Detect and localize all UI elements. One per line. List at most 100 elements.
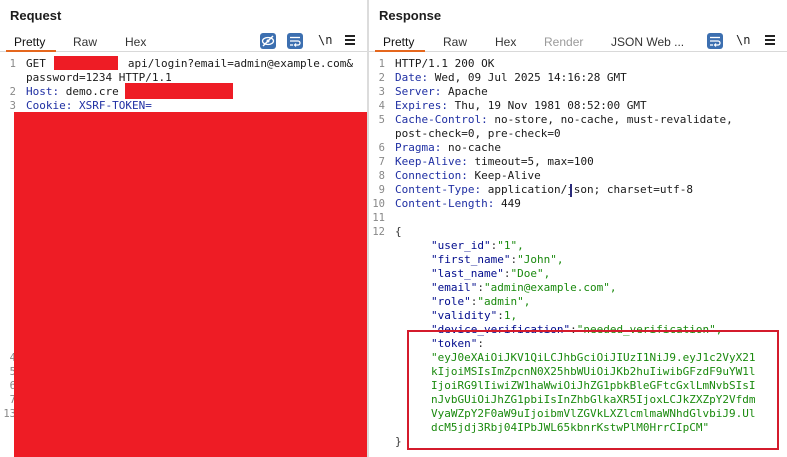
header-key: Cookie: <box>26 99 73 112</box>
header-key: Server: <box>395 85 442 98</box>
line-number: 11 <box>372 212 385 224</box>
cookie-header: Cookie: XSRF-TOKEN= <box>26 99 152 112</box>
json-value: "John", <box>517 253 564 266</box>
line-number: 1 <box>9 58 16 70</box>
json-value: "1", <box>497 239 524 252</box>
request-hamburger-menu-icon[interactable] <box>345 35 355 45</box>
header-value: Keep-Alive <box>474 169 541 182</box>
status-line: HTTP/1.1 200 OK <box>395 57 495 70</box>
line-number: 12 <box>372 226 385 238</box>
line-number: 5 <box>378 114 385 126</box>
wrap-lines-icon <box>290 36 301 47</box>
request-path: api/login?email=admin@example.com& <box>127 57 354 70</box>
response-tab-pretty[interactable]: Pretty <box>383 35 414 49</box>
json-value: "admin@example.com", <box>483 281 617 294</box>
request-tab-pretty[interactable]: Pretty <box>14 35 45 49</box>
line-number: 8 <box>378 170 385 182</box>
request-tabbar: Pretty Raw Hex <box>0 32 367 52</box>
cache-control-header: Cache-Control: no-store, no-cache, must-… <box>395 113 733 126</box>
text-cursor <box>570 184 572 197</box>
header-key: Pragma: <box>395 141 442 154</box>
json-close-brace: } <box>395 435 402 448</box>
header-value: demo.cre <box>65 85 119 98</box>
request-wrap-lines-toggle[interactable] <box>287 33 303 49</box>
json-field-validity: "validity":1, <box>431 309 518 322</box>
response-hamburger-menu-icon[interactable] <box>765 35 775 45</box>
redaction-block <box>14 112 367 457</box>
response-wrap-lines-toggle[interactable] <box>707 33 723 49</box>
line-number: 6 <box>378 142 385 154</box>
header-value: XSRF-TOKEN= <box>78 99 152 112</box>
request-tab-raw[interactable]: Raw <box>73 35 97 49</box>
line-number: 9 <box>378 184 385 196</box>
hide-non-printing-toggle[interactable] <box>260 33 276 49</box>
response-title: Response <box>379 8 442 23</box>
json-key: "email" <box>431 281 478 294</box>
line-number: 2 <box>9 86 16 98</box>
line-number: 2 <box>378 72 385 84</box>
request-tab-hex[interactable]: Hex <box>125 35 146 49</box>
header-value: 449 <box>500 197 521 210</box>
json-field-first-name: "first_name":"John", <box>431 253 564 266</box>
http-method: GET <box>26 57 46 70</box>
line-number: 1 <box>378 58 385 70</box>
header-key: Keep-Alive: <box>395 155 468 168</box>
header-value-continuation: post-check=0, pre-check=0 <box>395 127 561 140</box>
response-tab-render[interactable]: Render <box>544 35 583 49</box>
redaction-block <box>125 83 233 99</box>
header-value: Wed, 09 Jul 2025 14:16:28 GMT <box>434 71 627 84</box>
keep-alive-header: Keep-Alive: timeout=5, max=100 <box>395 155 594 168</box>
header-key: Date: <box>395 71 429 84</box>
header-value: no-cache <box>447 141 501 154</box>
redaction-block <box>54 56 118 70</box>
date-header: Date: Wed, 09 Jul 2025 14:16:28 GMT <box>395 71 627 84</box>
request-pane: Request Pretty Raw Hex \n 1 GET api/login… <box>0 0 367 457</box>
json-key: "role" <box>431 295 471 308</box>
host-header: Host: demo.cre <box>26 85 119 98</box>
header-key: Content-Type: <box>395 183 482 196</box>
header-value: timeout=5, max=100 <box>474 155 594 168</box>
header-value: application/json; charset=utf-8 <box>487 183 694 196</box>
header-value: no-store, no-cache, must-revalidate, <box>494 113 733 126</box>
response-tab-hex[interactable]: Hex <box>495 35 516 49</box>
server-header: Server: Apache <box>395 85 488 98</box>
connection-header: Connection: Keep-Alive <box>395 169 541 182</box>
response-active-tab-underline <box>375 50 425 52</box>
json-key: "validity" <box>431 309 498 322</box>
response-tab-raw[interactable]: Raw <box>443 35 467 49</box>
header-key: Cache-Control: <box>395 113 488 126</box>
line-number: 3 <box>9 100 16 112</box>
header-key: Host: <box>26 85 60 98</box>
header-key: Content-Length: <box>395 197 495 210</box>
content-length-header: Content-Length: 449 <box>395 197 521 210</box>
wrap-lines-icon <box>710 36 721 47</box>
request-newline-toggle[interactable]: \n <box>318 33 332 47</box>
pragma-header: Pragma: no-cache <box>395 141 501 154</box>
response-tab-json-web-token[interactable]: JSON Web ... <box>611 35 684 49</box>
json-key: "first_name" <box>431 253 511 266</box>
request-active-tab-underline <box>6 50 56 52</box>
eye-slash-icon <box>261 35 275 47</box>
line-number: 4 <box>378 100 385 112</box>
token-highlight-annotation <box>407 330 779 450</box>
json-value: 1, <box>503 309 518 322</box>
expires-header: Expires: Thu, 19 Nov 1981 08:52:00 GMT <box>395 99 647 112</box>
json-field-role: "role":"admin", <box>431 295 531 308</box>
header-value: Thu, 19 Nov 1981 08:52:00 GMT <box>454 99 647 112</box>
line-number: 7 <box>378 156 385 168</box>
header-key: Expires: <box>395 99 448 112</box>
request-title: Request <box>10 8 62 23</box>
json-key: "last_name" <box>431 267 504 280</box>
response-tabbar: Pretty Raw Hex Render JSON Web ... <box>369 32 787 52</box>
json-key: "user_id" <box>431 239 491 252</box>
line-number: 10 <box>372 198 385 210</box>
json-open-brace: { <box>395 225 402 238</box>
header-key: Connection: <box>395 169 468 182</box>
header-value: Apache <box>447 85 488 98</box>
line-number: 3 <box>378 86 385 98</box>
response-newline-toggle[interactable]: \n <box>736 33 750 47</box>
json-field-user-id: "user_id":"1", <box>431 239 524 252</box>
json-field-email: "email":"admin@example.com", <box>431 281 617 294</box>
content-type-header: Content-Type: application/json; charset=… <box>395 183 693 196</box>
json-value: "admin", <box>477 295 531 308</box>
